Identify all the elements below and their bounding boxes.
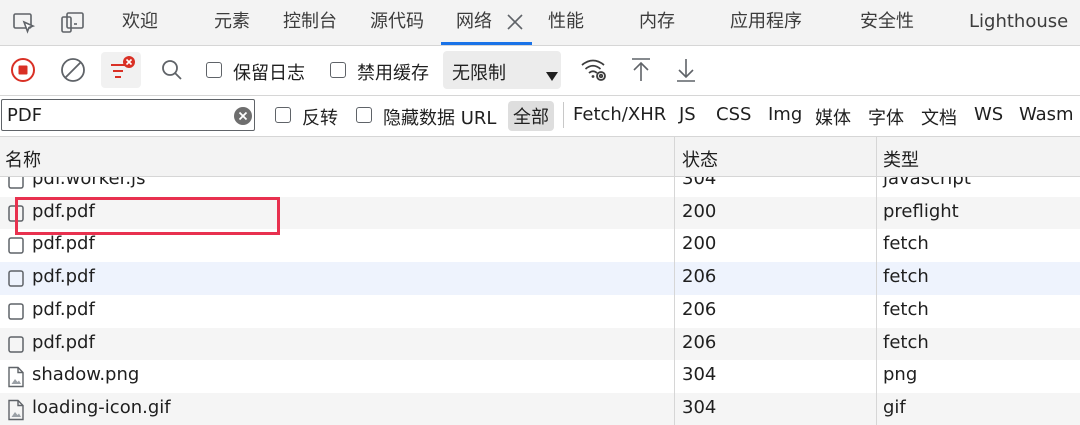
table-row[interactable]: pdf.pdf 206 fetch [0,294,1080,328]
request-name: pdf.pdf [32,298,95,320]
search-icon[interactable] [160,58,184,82]
throttling-value: 无限制 [452,63,506,84]
request-type: fetch [883,298,929,320]
column-header-type[interactable]: 类型 [883,146,919,172]
request-status: 304 [682,364,717,386]
request-name: pdf.pdf [32,266,95,288]
request-type: fetch [883,331,929,353]
request-status: 304 [682,396,717,418]
tab-console[interactable]: 控制台 [283,0,337,45]
invert-checkbox[interactable] [275,107,291,123]
tab-memory[interactable]: 内存 [639,0,675,45]
throttling-select[interactable]: 无限制 [443,51,561,89]
table-row[interactable]: loading-icon.gif 304 gif [0,392,1080,425]
filter-type-js[interactable]: JS [679,104,696,125]
filter-type-all[interactable]: 全部 [508,101,554,131]
column-divider [876,137,877,425]
table-row[interactable]: pdf.worker.js 304 javascript [0,177,1080,197]
filter-input-box [1,99,255,131]
request-name: loading-icon.gif [32,396,171,418]
request-type: gif [883,396,906,418]
network-conditions-icon[interactable] [580,57,608,83]
request-name: shadow.png [32,364,140,386]
table-row[interactable]: pdf.pdf 206 fetch [0,327,1080,361]
filter-type-doc[interactable]: 文档 [921,104,957,130]
filter-type-media[interactable]: 媒体 [815,104,851,130]
export-har-icon[interactable] [675,57,697,83]
filter-type-fetch-xhr[interactable]: Fetch/XHR [573,104,666,125]
tab-security[interactable]: 安全性 [860,0,914,45]
close-icon[interactable] [505,12,525,32]
disable-cache-checkbox[interactable] [330,62,346,78]
tab-network[interactable]: 网络 [456,0,492,45]
script-file-icon [7,177,25,194]
image-file-icon [7,399,25,425]
tab-performance[interactable]: 性能 [548,0,584,45]
document-file-icon [7,334,25,358]
tab-elements[interactable]: 元素 [214,0,250,45]
request-status: 206 [682,298,717,320]
clear-icon[interactable] [60,57,86,83]
annotation-highlight-box [15,197,280,235]
filter-bar: 反转 隐藏数据 URL 全部 Fetch/XHR JS CSS Img 媒体 字… [0,96,1080,137]
request-type: png [883,364,918,386]
filter-type-img[interactable]: Img [768,104,802,125]
document-file-icon [7,235,25,259]
column-header-name[interactable]: 名称 [5,146,41,172]
tab-welcome[interactable]: 欢迎 [122,0,158,45]
column-divider [674,137,675,425]
request-name: pdf.worker.js [32,177,146,189]
filter-type-font[interactable]: 字体 [868,104,904,130]
image-file-icon [7,366,25,392]
invert-label: 反转 [302,108,338,129]
request-table-header: 名称 状态 类型 [0,137,1080,177]
column-header-status[interactable]: 状态 [682,146,718,172]
import-har-icon[interactable] [630,57,652,83]
document-file-icon [7,301,25,325]
request-status: 206 [682,331,717,353]
filter-type-css[interactable]: CSS [716,104,751,125]
document-file-icon [7,268,25,292]
record-stop-icon[interactable] [10,57,36,83]
filter-input[interactable] [7,103,227,127]
active-tab-indicator [441,42,532,45]
tab-sources[interactable]: 源代码 [370,0,424,45]
disable-cache-label: 禁用缓存 [357,63,429,84]
tab-application[interactable]: 应用程序 [730,0,802,45]
request-status: 206 [682,266,717,288]
filter-type-wasm[interactable]: Wasm [1019,104,1074,125]
hide-data-urls-label: 隐藏数据 URL [383,108,497,129]
request-status: 200 [682,233,717,255]
filter-icon[interactable] [101,52,141,88]
clear-filter-icon[interactable] [234,107,252,125]
filter-type-ws[interactable]: WS [974,104,1003,125]
request-type: fetch [883,266,929,288]
filter-separator [563,102,564,128]
request-status: 304 [682,177,717,189]
inspect-element-icon[interactable] [12,11,36,35]
network-toolbar: 保留日志 禁用缓存 无限制 [0,46,1080,96]
request-status: 200 [682,200,717,222]
hide-data-urls-checkbox[interactable] [356,107,372,123]
tab-lighthouse[interactable]: Lighthouse [969,0,1068,45]
request-name: pdf.pdf [32,331,95,353]
caret-down-icon [546,66,558,85]
device-toolbar-icon[interactable] [60,11,86,35]
table-row[interactable]: pdf.pdf 206 fetch [0,262,1080,296]
request-type: fetch [883,233,929,255]
preserve-log-checkbox[interactable] [206,62,222,78]
preserve-log-label: 保留日志 [233,63,305,84]
request-type: javascript [883,177,971,189]
table-row[interactable]: shadow.png 304 png [0,360,1080,394]
request-name: pdf.pdf [32,233,95,255]
devtools-tabbar: 欢迎 元素 控制台 源代码 网络 性能 内存 应用程序 安全性 Lighthou… [0,0,1080,46]
request-type: preflight [883,200,959,222]
